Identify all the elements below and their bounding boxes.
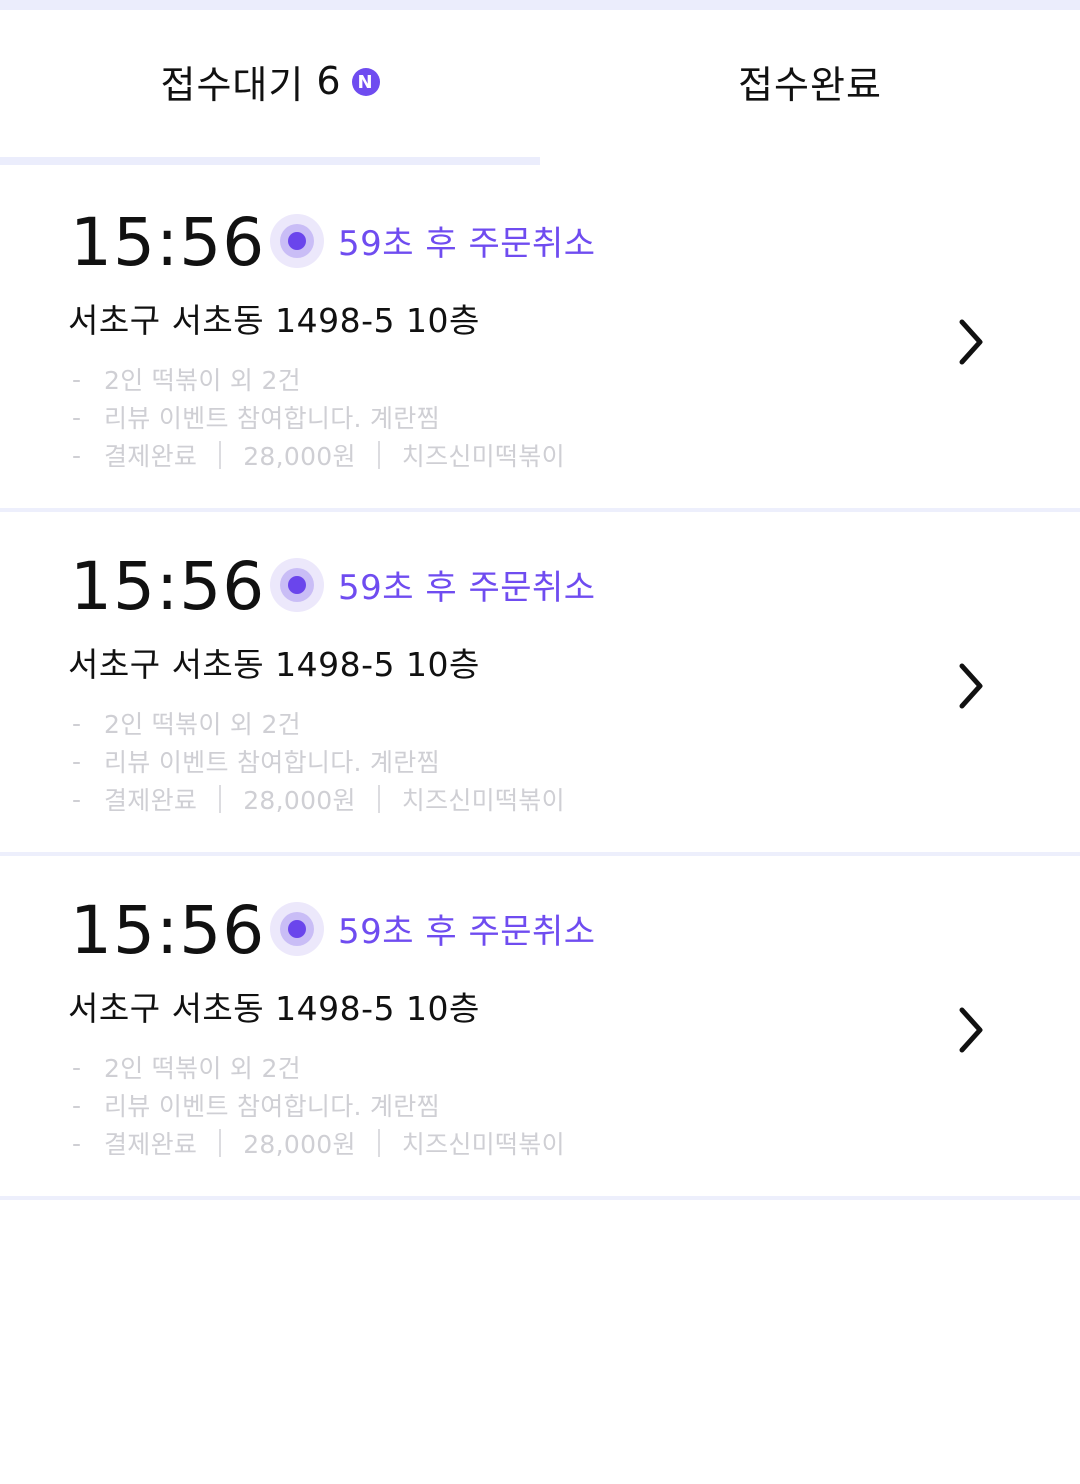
order-address: 서초구 서초동 1498-5 10층 [68, 301, 480, 340]
bullet-dash: - [72, 784, 82, 814]
payment-line: - 결제완료 28,000원 치즈신미떡볶이 [72, 1124, 565, 1162]
tab-pending-label: 접수대기 [160, 62, 305, 107]
tab-done[interactable]: 접수완료 [540, 10, 1080, 158]
order-details: - 2인 떡볶이 외 2건 - 리뷰 이벤트 참여합니다. 계란찜 - 결제완료… [72, 704, 565, 818]
item-summary-line: - 2인 떡볶이 외 2건 [72, 1048, 565, 1086]
divider [219, 441, 222, 469]
order-card[interactable]: 15:56 59초 후 주문취소 서초구 서초동 1498-5 10층 - 2인… [0, 856, 1080, 1200]
tab-pending-count: 6 [316, 59, 342, 103]
order-time: 15:56 [70, 204, 266, 281]
chevron-right-icon[interactable] [952, 1004, 988, 1056]
bullet-dash: - [72, 1052, 82, 1082]
order-time: 15:56 [70, 548, 266, 625]
bullet-dash: - [72, 746, 82, 776]
chevron-right-icon[interactable] [952, 660, 988, 712]
menu-name: 치즈신미떡볶이 [401, 1130, 565, 1159]
customer-request: 리뷰 이벤트 참여합니다. 계란찜 [104, 748, 440, 777]
tab-done-label: 접수완료 [738, 62, 882, 107]
item-summary: 2인 떡볶이 외 2건 [104, 366, 301, 395]
item-summary-line: - 2인 떡볶이 외 2건 [72, 704, 565, 742]
bullet-dash: - [72, 402, 82, 432]
divider [219, 785, 222, 813]
chevron-right-icon[interactable] [952, 316, 988, 368]
bullet-dash: - [72, 1090, 82, 1120]
order-details: - 2인 떡볶이 외 2건 - 리뷰 이벤트 참여합니다. 계란찜 - 결제완료… [72, 1048, 565, 1162]
cancel-countdown: 59초 후 주문취소 [338, 224, 596, 264]
order-price: 28,000원 [243, 442, 356, 471]
request-line: - 리뷰 이벤트 참여합니다. 계란찜 [72, 398, 565, 436]
payment-status: 결제완료 [104, 1130, 198, 1159]
item-summary-line: - 2인 떡볶이 외 2건 [72, 360, 565, 398]
tab-pending[interactable]: 접수대기 6 N [0, 10, 540, 158]
payment-status: 결제완료 [104, 442, 198, 471]
pulse-dot-icon [270, 902, 324, 956]
pulse-dot-icon [270, 558, 324, 612]
cancel-countdown: 59초 후 주문취소 [338, 912, 596, 952]
order-details: - 2인 떡볶이 외 2건 - 리뷰 이벤트 참여합니다. 계란찜 - 결제완료… [72, 360, 565, 474]
new-badge: N [351, 68, 380, 96]
top-divider [0, 0, 1080, 10]
pulse-dot-icon [270, 214, 324, 268]
tab-active-indicator [0, 157, 540, 165]
bullet-dash: - [72, 708, 82, 738]
customer-request: 리뷰 이벤트 참여합니다. 계란찜 [104, 1092, 440, 1121]
bullet-dash: - [72, 364, 82, 394]
order-price: 28,000원 [243, 786, 356, 815]
divider [219, 1129, 222, 1157]
menu-name: 치즈신미떡볶이 [401, 442, 565, 471]
menu-name: 치즈신미떡볶이 [401, 786, 565, 815]
bullet-dash: - [72, 440, 82, 470]
order-address: 서초구 서초동 1498-5 10층 [68, 989, 480, 1028]
order-address: 서초구 서초동 1498-5 10층 [68, 645, 480, 684]
request-line: - 리뷰 이벤트 참여합니다. 계란찜 [72, 742, 565, 780]
request-line: - 리뷰 이벤트 참여합니다. 계란찜 [72, 1086, 565, 1124]
divider [377, 785, 380, 813]
order-card[interactable]: 15:56 59초 후 주문취소 서초구 서초동 1498-5 10층 - 2인… [0, 168, 1080, 512]
order-card[interactable]: 15:56 59초 후 주문취소 서초구 서초동 1498-5 10층 - 2인… [0, 512, 1080, 856]
item-summary: 2인 떡볶이 외 2건 [104, 1054, 301, 1083]
payment-line: - 결제완료 28,000원 치즈신미떡볶이 [72, 436, 565, 474]
payment-status: 결제완료 [104, 786, 198, 815]
order-price: 28,000원 [243, 1130, 356, 1159]
order-time: 15:56 [70, 892, 266, 969]
order-tabs: 접수대기 6 N 접수완료 [0, 10, 1080, 168]
divider [377, 441, 380, 469]
item-summary: 2인 떡볶이 외 2건 [104, 710, 301, 739]
cancel-countdown: 59초 후 주문취소 [338, 568, 596, 608]
customer-request: 리뷰 이벤트 참여합니다. 계란찜 [104, 404, 440, 433]
bullet-dash: - [72, 1128, 82, 1158]
payment-line: - 결제완료 28,000원 치즈신미떡볶이 [72, 780, 565, 818]
divider [377, 1129, 380, 1157]
